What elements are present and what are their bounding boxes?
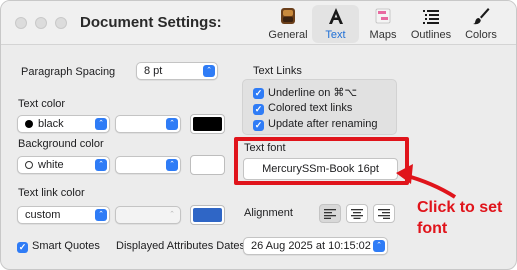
annotation-text: Click to set font <box>417 197 502 239</box>
annotation-line-2: font <box>417 220 448 237</box>
annotation-line-1: Click to set <box>417 199 503 216</box>
document-settings-window: Document Settings: General Text Maps Out… <box>0 0 517 270</box>
